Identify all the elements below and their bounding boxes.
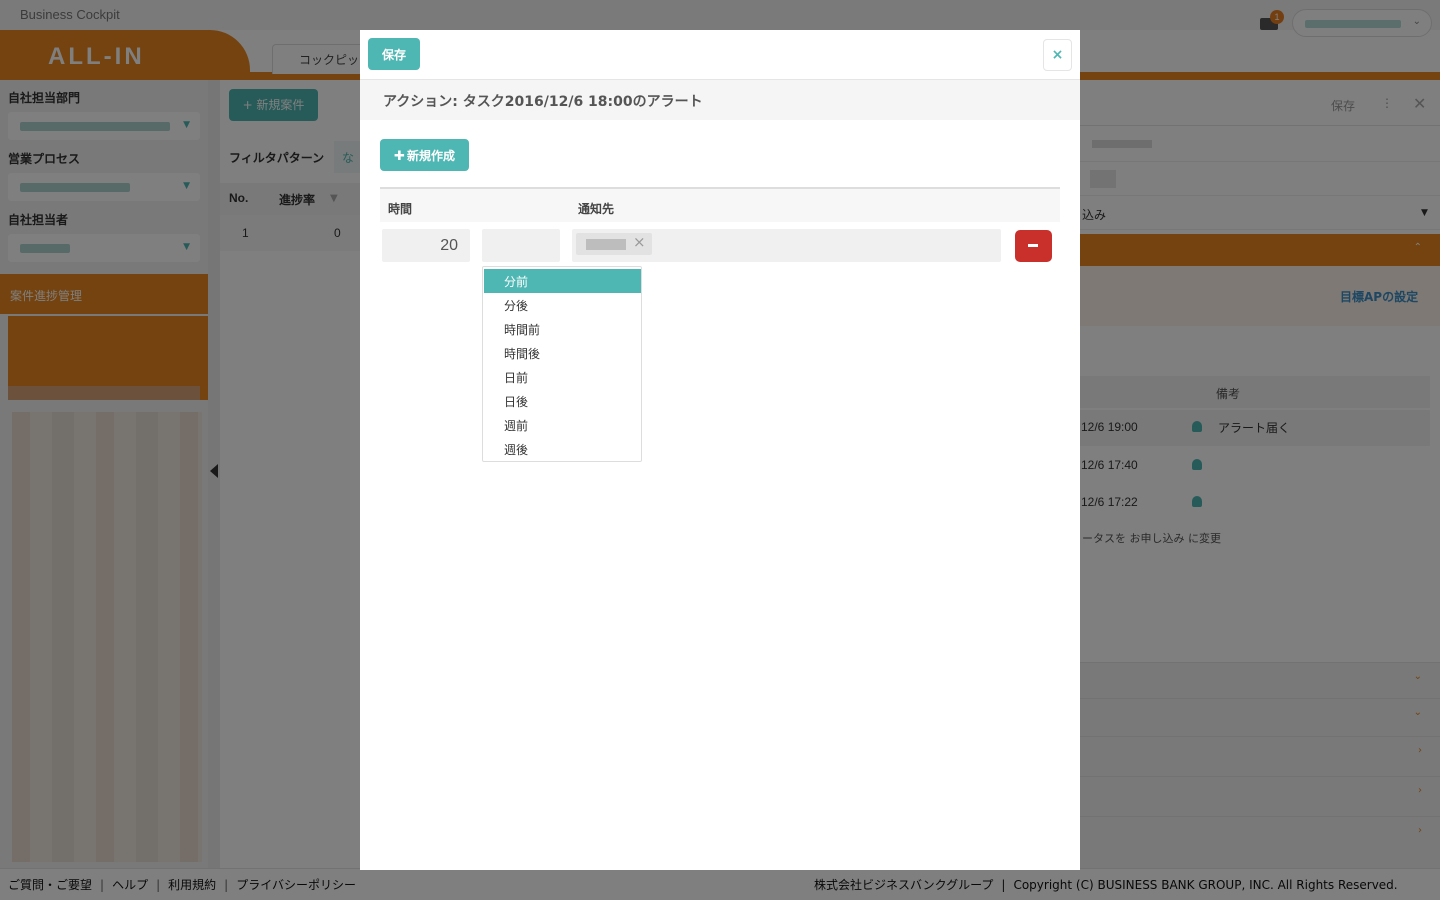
plus-icon: ✚: [394, 148, 405, 164]
recipient-input[interactable]: ×: [572, 229, 1001, 262]
minus-icon: [1028, 244, 1038, 247]
save-button[interactable]: 保存: [368, 38, 420, 70]
alert-table-header: 時間 通知先: [380, 187, 1060, 222]
time-amount-input[interactable]: [382, 229, 470, 262]
alert-modal: 保存 × アクション: タスク2016/12/6 18:00のアラート ✚ 新規作…: [360, 30, 1080, 870]
recipient-name-redacted: [586, 239, 626, 250]
column-time: 時間: [388, 202, 413, 216]
time-unit-dropdown: 分前 分後 時間前 時間後 日前 日後 週前 週後: [482, 266, 642, 462]
close-button[interactable]: ×: [1043, 39, 1072, 71]
modal-title-bar: アクション: タスク2016/12/6 18:00のアラート: [360, 80, 1080, 120]
new-alert-label: 新規作成: [406, 148, 455, 163]
remove-tag-icon[interactable]: ×: [633, 233, 646, 251]
modal-header: 保存 ×: [360, 30, 1080, 80]
modal-title: アクション: タスク2016/12/6 18:00のアラート: [383, 94, 703, 110]
remove-alert-button[interactable]: [1015, 230, 1052, 262]
recipient-tag: ×: [576, 233, 652, 255]
unit-option[interactable]: 日前: [484, 365, 641, 389]
unit-option[interactable]: 週前: [484, 413, 641, 437]
close-icon: ×: [1051, 47, 1064, 63]
unit-option[interactable]: 時間後: [484, 341, 641, 365]
unit-option[interactable]: 分後: [484, 293, 641, 317]
column-recipient: 通知先: [578, 202, 615, 216]
unit-option[interactable]: 分前: [484, 269, 641, 293]
unit-option[interactable]: 日後: [484, 389, 641, 413]
new-alert-button[interactable]: ✚ 新規作成: [380, 139, 469, 171]
unit-option[interactable]: 週後: [484, 437, 641, 461]
time-unit-select[interactable]: [482, 229, 560, 262]
unit-option[interactable]: 時間前: [484, 317, 641, 341]
